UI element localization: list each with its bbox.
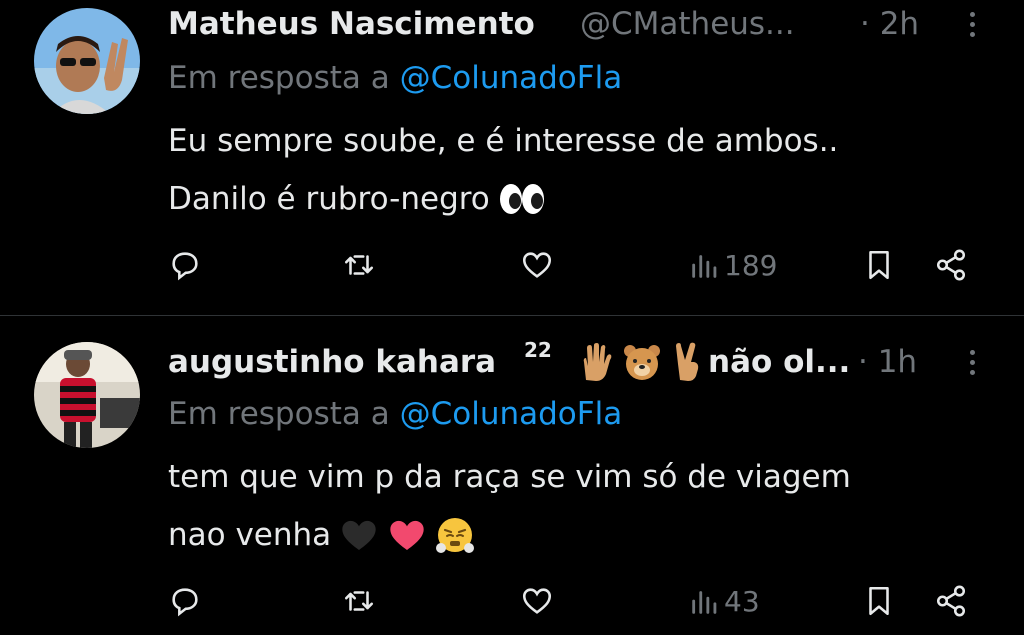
tweet[interactable]: Matheus Nascimento @CMatheus... · 2h Em … [0, 0, 1024, 315]
reply-button[interactable] [168, 576, 202, 626]
retweet-icon [344, 591, 374, 611]
views-count: 189 [724, 248, 778, 282]
reply-context: Em resposta a @ColunadoFla [168, 396, 622, 432]
share-icon [936, 249, 966, 281]
retweet-button[interactable] [342, 576, 376, 626]
share-button[interactable] [934, 240, 968, 290]
reply-prefix: Em resposta a [168, 60, 390, 96]
reply-mention-link[interactable]: @ColunadoFla [400, 60, 623, 96]
tweet-actions: 189 [0, 240, 1024, 290]
display-name[interactable]: Matheus Nascimento [168, 6, 535, 42]
more-icon[interactable] [970, 12, 976, 42]
reply-prefix: Em resposta a [168, 396, 390, 432]
like-button[interactable] [520, 240, 554, 290]
retweet-icon [344, 255, 374, 275]
like-button[interactable] [520, 576, 554, 626]
reply-icon [172, 252, 198, 281]
share-button[interactable] [934, 576, 968, 626]
tweet-actions: 43 [0, 576, 1024, 626]
raised-hand-emoji-icon [576, 342, 616, 382]
reply-icon [172, 588, 198, 617]
bookmark-button[interactable] [862, 240, 896, 290]
text-line: nao venha [168, 517, 332, 553]
display-name[interactable]: augustinho kahara [168, 344, 496, 380]
timestamp[interactable]: · 2h [860, 6, 919, 42]
user-handle[interactable]: @CMatheus... [580, 6, 795, 42]
like-icon [522, 252, 552, 278]
bookmark-button[interactable] [862, 576, 896, 626]
text-line: Danilo é rubro-negro [168, 181, 490, 217]
views-icon [692, 591, 717, 614]
views-count: 43 [724, 584, 760, 618]
reply-feed: Matheus Nascimento @CMatheus... · 2h Em … [0, 0, 1024, 635]
share-icon [936, 585, 966, 617]
tweet-header: Matheus Nascimento @CMatheus... · 2h [168, 0, 1004, 50]
reply-mention-link[interactable]: @ColunadoFla [400, 396, 623, 432]
victory-hand-emoji-icon [668, 342, 708, 382]
bookmark-icon [869, 586, 889, 616]
pink-heart-emoji-icon [387, 515, 427, 555]
reply-button[interactable] [168, 240, 202, 290]
views-icon [692, 255, 717, 278]
avatar[interactable] [34, 8, 140, 114]
more-icon[interactable] [970, 350, 976, 380]
bear-emoji-icon [622, 342, 662, 382]
avatar[interactable] [34, 342, 140, 448]
eyes-emoji-icon [498, 179, 544, 219]
name-superscript: 22 [524, 338, 552, 362]
tweet[interactable]: augustinho kahara 22 não ol... · 1h Em r… [0, 316, 1024, 635]
name-emojis [576, 342, 708, 382]
reply-context: Em resposta a @ColunadoFla [168, 60, 622, 96]
tweet-text: Eu sempre soube, e é interesse de ambos.… [168, 112, 838, 228]
huffing-face-emoji-icon [435, 515, 475, 555]
views-button[interactable]: 43 [688, 576, 760, 626]
views-button[interactable]: 189 [688, 240, 777, 290]
like-icon [522, 588, 552, 614]
text-line: Eu sempre soube, e é interesse de ambos.… [168, 123, 839, 159]
retweet-button[interactable] [342, 240, 376, 290]
bookmark-icon [869, 250, 889, 280]
tweet-header: augustinho kahara 22 não ol... · 1h [168, 338, 1004, 388]
tweet-text: tem que vim p da raça se vim só de viage… [168, 448, 851, 564]
display-name-tail[interactable]: não ol... [708, 344, 850, 380]
timestamp[interactable]: · 1h [858, 344, 917, 380]
black-heart-emoji-icon [339, 515, 379, 555]
text-line: tem que vim p da raça se vim só de viage… [168, 459, 851, 495]
